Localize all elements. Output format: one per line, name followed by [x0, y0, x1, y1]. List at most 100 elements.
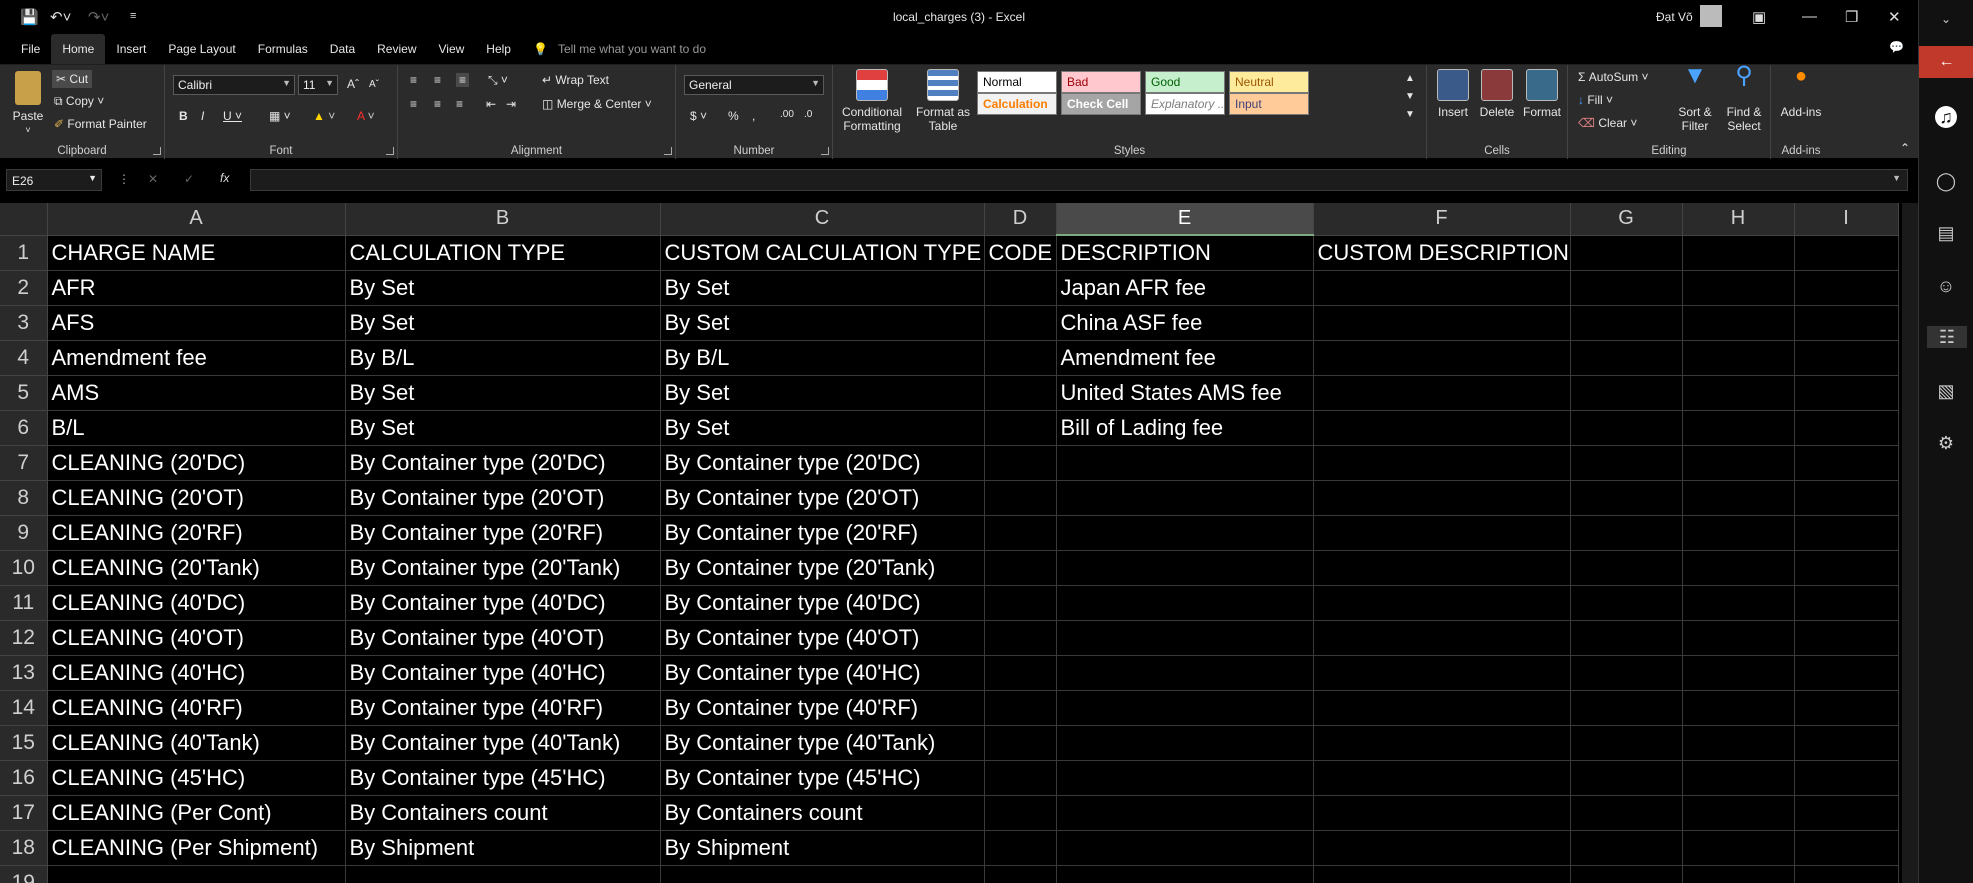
cell[interactable]	[1794, 655, 1899, 691]
cell[interactable]	[1794, 340, 1899, 376]
cell[interactable]	[1794, 305, 1899, 341]
cell[interactable]: CLEANING (20'OT)	[47, 480, 346, 516]
align-center-icon[interactable]: ≡	[434, 97, 441, 111]
tell-me-search[interactable]: 💡 Tell me what you want to do	[522, 34, 717, 64]
cell[interactable]	[1313, 375, 1571, 411]
cell[interactable]	[1794, 270, 1899, 306]
cell[interactable]: By Set	[345, 270, 661, 306]
row-header[interactable]: 18	[0, 830, 48, 866]
font-name-select[interactable]: Calibri ▼	[173, 75, 295, 95]
cell[interactable]: By Container type (40'OT)	[660, 620, 985, 656]
format-as-table-button[interactable]: Format as Table	[915, 69, 971, 133]
number-launcher[interactable]	[821, 147, 829, 155]
increase-font-icon[interactable]: Aˆ	[347, 77, 359, 91]
orientation-icon[interactable]: ⤡ ˅	[488, 73, 508, 88]
gallery-scroll-up-icon[interactable]: ▲	[1405, 73, 1415, 84]
cell-style-neutral[interactable]: Neutral	[1229, 71, 1309, 93]
cell[interactable]: CALCULATION TYPE	[345, 235, 661, 271]
cell[interactable]	[1794, 235, 1899, 271]
cell[interactable]: Bill of Lading fee	[1056, 410, 1314, 446]
name-box[interactable]: E26 ▼	[6, 169, 102, 191]
cell[interactable]	[1794, 620, 1899, 656]
back-button[interactable]: ←	[1919, 46, 1973, 78]
cell[interactable]	[984, 725, 1057, 761]
cell[interactable]	[984, 585, 1057, 621]
cell[interactable]	[984, 760, 1057, 796]
comments-icon[interactable]: 💬	[1889, 40, 1904, 54]
cell[interactable]: By Container type (45'HC)	[660, 760, 985, 796]
spreadsheet-grid[interactable]: ABCDEFGHI 1 CHARGE NAME CALCULATION TYPE CU…	[0, 203, 1918, 883]
cell[interactable]	[1313, 515, 1571, 551]
row-header[interactable]: 5	[0, 375, 48, 411]
cell[interactable]: By Container type (20'DC)	[345, 445, 661, 481]
cell-style-check-cell[interactable]: Check Cell	[1061, 93, 1141, 115]
cell[interactable]	[1570, 760, 1683, 796]
row-header[interactable]: 17	[0, 795, 48, 831]
format-painter-button[interactable]: ✐ Format Painter	[54, 117, 147, 131]
cell[interactable]: CLEANING (20'RF)	[47, 515, 346, 551]
cell[interactable]: AFR	[47, 270, 346, 306]
cell[interactable]: CLEANING (Per Shipment)	[47, 830, 346, 866]
cell[interactable]: By Container type (40'RF)	[660, 690, 985, 726]
row-header[interactable]: 13	[0, 655, 48, 691]
more-icon[interactable]: ⋮	[118, 172, 130, 186]
cell[interactable]	[47, 865, 346, 883]
cell[interactable]	[1313, 340, 1571, 376]
font-color-icon[interactable]: A ˅	[357, 109, 375, 123]
row-header[interactable]: 11	[0, 585, 48, 621]
cell[interactable]	[1682, 620, 1795, 656]
cell[interactable]: DESCRIPTION	[1056, 235, 1314, 271]
tab-data[interactable]: Data	[319, 34, 366, 64]
cell[interactable]	[1570, 305, 1683, 341]
cell[interactable]	[1570, 690, 1683, 726]
tab-page-layout[interactable]: Page Layout	[157, 34, 246, 64]
cell[interactable]	[1313, 690, 1571, 726]
settings-icon[interactable]: ⚙	[1935, 432, 1957, 454]
column-header-a[interactable]: A	[47, 203, 346, 236]
find-select-button[interactable]: ⚲ Find & Select	[1720, 64, 1768, 134]
cell[interactable]: By Container type (20'RF)	[345, 515, 661, 551]
cell[interactable]	[1313, 655, 1571, 691]
cell[interactable]	[1056, 655, 1314, 691]
cell[interactable]	[1570, 830, 1683, 866]
cell[interactable]	[984, 305, 1057, 341]
cell[interactable]: By B/L	[345, 340, 661, 376]
fill-button[interactable]: ↓ Fill ˅	[1578, 93, 1613, 107]
cell[interactable]: By Shipment	[345, 830, 661, 866]
cell[interactable]: CLEANING (20'Tank)	[47, 550, 346, 586]
row-header[interactable]: 8	[0, 480, 48, 516]
italic-icon[interactable]: I	[201, 109, 204, 123]
cell[interactable]	[1313, 725, 1571, 761]
select-all-corner[interactable]	[0, 203, 48, 236]
cell[interactable]	[1313, 585, 1571, 621]
row-header[interactable]: 4	[0, 340, 48, 376]
tab-file[interactable]: File	[10, 34, 51, 64]
collapse-ribbon-icon[interactable]: ⌃	[1900, 141, 1910, 155]
gallery-scroll-down-icon[interactable]: ▼	[1405, 91, 1415, 102]
row-header[interactable]: 12	[0, 620, 48, 656]
currency-icon[interactable]: $ ˅	[690, 109, 707, 123]
cell[interactable]	[1570, 235, 1683, 271]
cell[interactable]: CHARGE NAME	[47, 235, 346, 271]
cell[interactable]	[984, 690, 1057, 726]
tab-insert[interactable]: Insert	[105, 34, 157, 64]
cell[interactable]	[1794, 585, 1899, 621]
row-header[interactable]: 16	[0, 760, 48, 796]
row-header[interactable]: 6	[0, 410, 48, 446]
borders-icon[interactable]: ▦ ˅	[269, 109, 291, 123]
tab-formulas[interactable]: Formulas	[247, 34, 319, 64]
cell[interactable]	[1313, 830, 1571, 866]
decrease-indent-icon[interactable]: ⇤	[486, 97, 496, 111]
book-icon[interactable]: ☷	[1927, 326, 1967, 348]
cell-style-explanatory[interactable]: Explanatory ...	[1145, 93, 1225, 115]
cell[interactable]	[1056, 690, 1314, 726]
cell[interactable]	[984, 830, 1057, 866]
cell[interactable]	[984, 620, 1057, 656]
cell[interactable]	[1682, 550, 1795, 586]
column-header-h[interactable]: H	[1682, 203, 1795, 236]
increase-indent-icon[interactable]: ⇥	[506, 97, 516, 111]
cell[interactable]: By Containers count	[345, 795, 661, 831]
support-icon[interactable]: ♫	[1935, 106, 1957, 128]
user-name[interactable]: Đạt Võ	[1656, 10, 1693, 24]
cell[interactable]	[1056, 725, 1314, 761]
